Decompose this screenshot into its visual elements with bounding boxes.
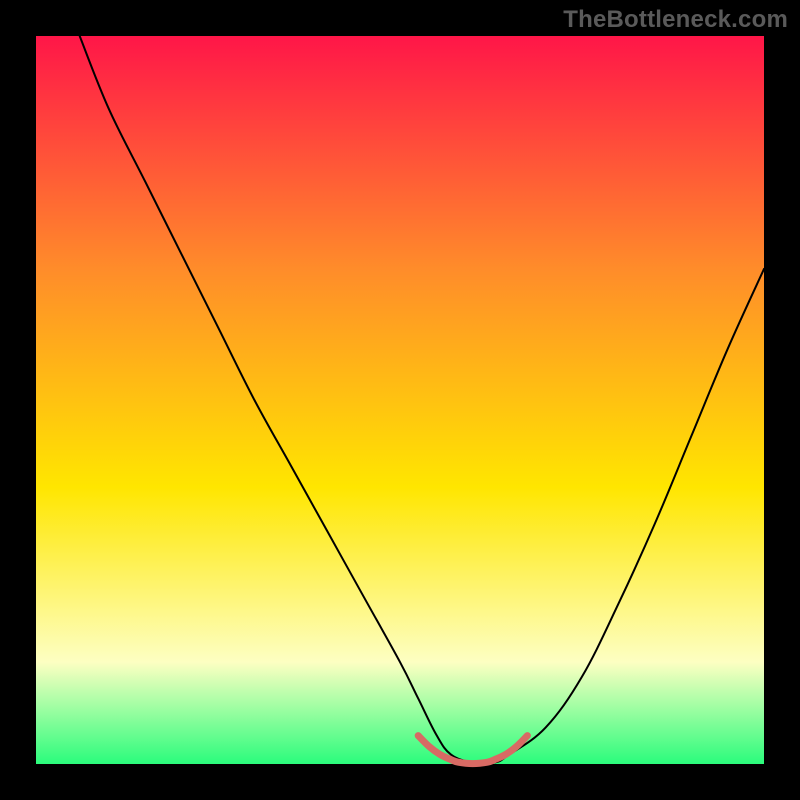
- watermark-text: TheBottleneck.com: [563, 6, 788, 34]
- chart-background: [36, 36, 764, 764]
- chart-container: TheBottleneck.com: [0, 0, 800, 800]
- chart-svg: [0, 0, 800, 800]
